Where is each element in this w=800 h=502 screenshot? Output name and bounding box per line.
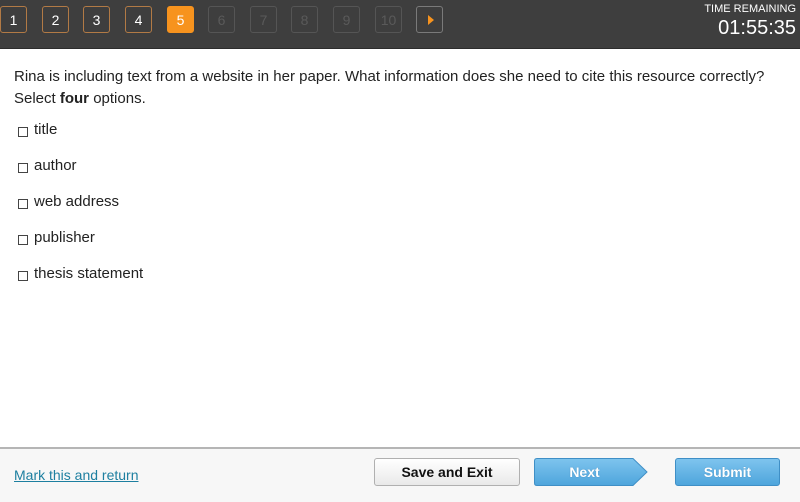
option-label: web address xyxy=(34,193,120,210)
option-label: author xyxy=(34,157,77,174)
question-button-2[interactable]: 2 xyxy=(42,6,69,33)
question-button-3[interactable]: 3 xyxy=(83,6,110,33)
question-text: Rina is including text from a website in… xyxy=(14,68,765,85)
next-button[interactable]: Next xyxy=(533,458,648,486)
instruction-bold: four xyxy=(59,90,90,107)
mark-and-return-link[interactable]: Mark this and return xyxy=(14,467,139,483)
option-title[interactable]: title xyxy=(18,121,143,157)
question-button-4[interactable]: 4 xyxy=(125,6,152,33)
checkbox-icon[interactable] xyxy=(18,271,28,281)
next-label: Next xyxy=(569,464,600,480)
option-label: publisher xyxy=(34,229,95,246)
play-arrow-icon xyxy=(427,14,434,25)
question-prompt: Rina is including text from a website in… xyxy=(14,66,794,110)
question-number: 3 xyxy=(92,11,101,28)
timer-label: TIME REMAINING xyxy=(704,3,796,15)
checkbox-icon[interactable] xyxy=(18,127,28,137)
footer-bar: Mark this and return Save and Exit Next … xyxy=(0,447,800,502)
answer-options: title author web address publisher thesi… xyxy=(18,121,143,301)
option-publisher[interactable]: publisher xyxy=(18,229,143,265)
checkbox-icon[interactable] xyxy=(18,199,28,209)
save-and-exit-label: Save and Exit xyxy=(401,464,493,480)
question-number: 1 xyxy=(9,11,18,28)
question-button-7: 7 xyxy=(250,6,277,33)
question-number: 10 xyxy=(380,11,397,28)
question-number: 8 xyxy=(300,11,309,28)
question-number: 2 xyxy=(51,11,60,28)
question-button-5[interactable]: 5 xyxy=(167,6,194,33)
option-label: thesis statement xyxy=(34,265,144,282)
top-bar: 1 2 3 4 5 6 7 8 9 10 TIME REMAINING 01:5… xyxy=(0,0,800,49)
save-and-exit-button[interactable]: Save and Exit xyxy=(374,458,520,486)
question-number: 9 xyxy=(342,11,351,28)
option-label: title xyxy=(34,121,58,138)
instruction-suffix: options. xyxy=(89,90,146,107)
question-button-8: 8 xyxy=(291,6,318,33)
timer-value: 01:55:35 xyxy=(718,17,796,39)
option-author[interactable]: author xyxy=(18,157,143,193)
question-button-1[interactable]: 1 xyxy=(0,6,27,33)
question-number: 4 xyxy=(134,11,143,28)
question-number: 5 xyxy=(176,11,185,28)
checkbox-icon[interactable] xyxy=(18,163,28,173)
timer: TIME REMAINING 01:55:35 xyxy=(704,3,796,39)
question-button-10: 10 xyxy=(375,6,402,33)
next-question-arrow-button[interactable] xyxy=(416,6,443,33)
question-number: 7 xyxy=(259,11,268,28)
instruction-prefix: Select xyxy=(14,90,60,107)
question-number: 6 xyxy=(217,11,226,28)
submit-button[interactable]: Submit xyxy=(675,458,780,486)
question-button-9: 9 xyxy=(333,6,360,33)
option-thesis-statement[interactable]: thesis statement xyxy=(18,265,143,301)
question-button-6: 6 xyxy=(208,6,235,33)
checkbox-icon[interactable] xyxy=(18,235,28,245)
option-web-address[interactable]: web address xyxy=(18,193,143,229)
submit-label: Submit xyxy=(703,464,752,480)
